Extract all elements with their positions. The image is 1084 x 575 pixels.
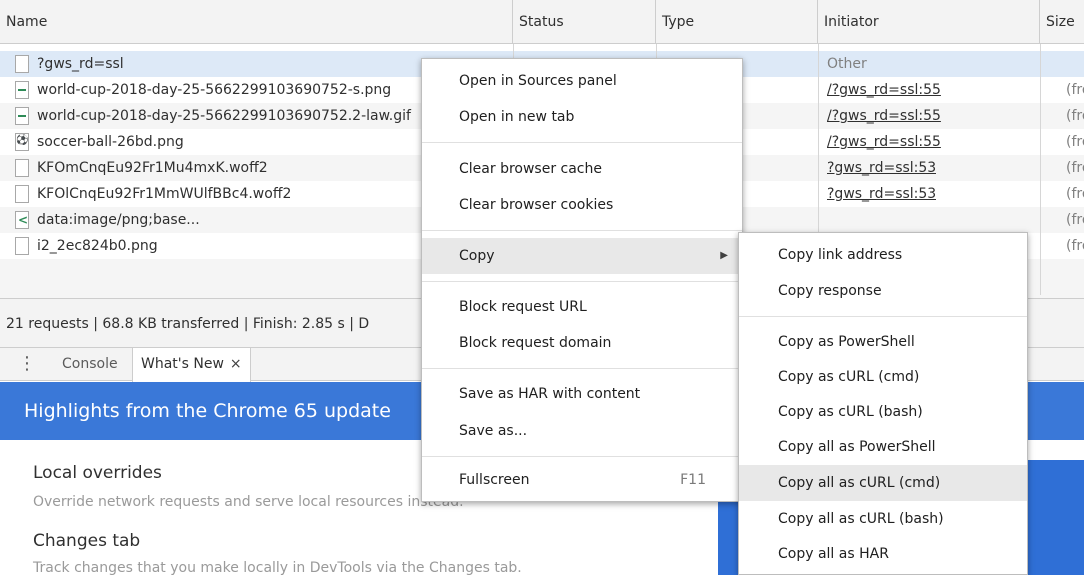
menu-item-block-url[interactable]: Block request URL [422, 289, 742, 325]
feature-description: Track changes that you make locally in D… [33, 560, 522, 575]
network-table-header: Name Status Type Initiator Size [0, 0, 1084, 44]
menu-separator [422, 230, 742, 231]
request-initiator: Other [827, 56, 867, 72]
menu-item-clear-cookies[interactable]: Clear browser cookies [422, 187, 742, 223]
menu-item-copy-as-curl-cmd[interactable]: Copy as cURL (cmd) [739, 359, 1027, 395]
column-header-type[interactable]: Type [656, 0, 818, 44]
request-size: (fro [1066, 134, 1084, 150]
devtools-window: Name Status Type Initiator Size ?gws_rd=… [0, 0, 1084, 575]
request-name: ?gws_rd=ssl [37, 56, 124, 72]
menu-item-open-in-sources[interactable]: Open in Sources panel [422, 63, 742, 99]
request-name: world-cup-2018-day-25-5662299103690752.2… [37, 108, 411, 124]
soccer-ball-icon [15, 133, 29, 151]
menu-separator [422, 456, 742, 457]
request-initiator-link[interactable]: ?gws_rd=ssl:53 [827, 181, 936, 207]
close-icon[interactable]: × [230, 356, 242, 372]
document-icon [15, 55, 29, 73]
request-name: KFOmCnqEu92Fr1Mu4mxK.woff2 [37, 160, 268, 176]
menu-item-copy-as-curl-bash[interactable]: Copy as cURL (bash) [739, 394, 1027, 430]
menu-item-copy-link-address[interactable]: Copy link address [739, 237, 1027, 273]
menu-item-fullscreen[interactable]: Fullscreen F11 [422, 462, 742, 498]
menu-separator [422, 281, 742, 282]
request-name: data:image/png;base... [37, 212, 200, 228]
tab-whats-new-label: What's New [141, 356, 224, 372]
tab-whats-new[interactable]: What's New × [132, 348, 251, 382]
request-initiator-link[interactable]: /?gws_rd=ssl:55 [827, 129, 941, 155]
request-name: i2_2ec824b0.png [37, 238, 158, 254]
shortcut-label: F11 [680, 472, 706, 488]
menu-item-copy-response[interactable]: Copy response [739, 273, 1027, 309]
menu-item-block-domain[interactable]: Block request domain [422, 325, 742, 361]
request-initiator-link[interactable]: ?gws_rd=ssl:53 [827, 155, 936, 181]
menu-item-copy-as-powershell[interactable]: Copy as PowerShell [739, 324, 1027, 360]
feature-description: Override network requests and serve loca… [33, 494, 464, 510]
feature-title[interactable]: Changes tab [33, 531, 140, 551]
image-file-icon [15, 107, 29, 125]
menu-separator [422, 368, 742, 369]
context-menu: Open in Sources panel Open in new tab Cl… [421, 58, 743, 502]
menu-item-copy[interactable]: Copy ▶ [422, 238, 742, 274]
column-divider [1040, 44, 1041, 295]
request-size: (fro [1066, 108, 1084, 124]
request-size: (fro [1066, 238, 1084, 254]
menu-item-clear-cache[interactable]: Clear browser cache [422, 151, 742, 187]
image-file-icon [15, 81, 29, 99]
request-size: (fro [1066, 212, 1084, 228]
request-initiator-link[interactable]: /?gws_rd=ssl:55 [827, 103, 941, 129]
request-name: KFOlCnqEu92Fr1MmWUlfBBc4.woff2 [37, 186, 292, 202]
column-header-initiator[interactable]: Initiator [818, 0, 1040, 44]
more-vertical-icon[interactable]: ⋮ [18, 353, 36, 375]
request-initiator-link[interactable]: /?gws_rd=ssl:55 [827, 77, 941, 103]
document-icon [15, 237, 29, 255]
menu-item-fullscreen-label: Fullscreen [459, 472, 530, 488]
copy-submenu: Copy link address Copy response Copy as … [738, 232, 1028, 575]
banner-title: Highlights from the Chrome 65 update [24, 400, 391, 422]
menu-item-save-as[interactable]: Save as... [422, 413, 742, 449]
request-size: (fro [1066, 186, 1084, 202]
request-size: (fro [1066, 82, 1084, 98]
feature-title[interactable]: Local overrides [33, 463, 162, 483]
menu-item-copy-all-as-curl-bash[interactable]: Copy all as cURL (bash) [739, 501, 1027, 537]
menu-item-copy-all-as-powershell[interactable]: Copy all as PowerShell [739, 429, 1027, 465]
request-name: world-cup-2018-day-25-5662299103690752-s… [37, 82, 392, 98]
column-header-status[interactable]: Status [513, 0, 656, 44]
column-header-name[interactable]: Name [0, 0, 513, 44]
data-uri-icon [15, 211, 29, 229]
tab-console[interactable]: Console [54, 348, 126, 381]
summary-text: 21 requests | 68.8 KB transferred | Fini… [6, 316, 370, 332]
menu-item-save-har[interactable]: Save as HAR with content [422, 376, 742, 412]
menu-separator [739, 316, 1027, 317]
request-size: (fro [1066, 160, 1084, 176]
column-header-size[interactable]: Size [1040, 0, 1084, 44]
menu-item-copy-all-as-har[interactable]: Copy all as HAR [739, 536, 1027, 572]
menu-item-copy-label: Copy [459, 248, 495, 264]
menu-separator [422, 142, 742, 143]
menu-item-copy-all-as-curl-cmd[interactable]: Copy all as cURL (cmd) [739, 465, 1027, 501]
submenu-arrow-icon: ▶ [720, 250, 728, 261]
menu-item-open-in-new-tab[interactable]: Open in new tab [422, 99, 742, 135]
font-file-icon [15, 159, 29, 177]
request-name: soccer-ball-26bd.png [37, 134, 184, 150]
font-file-icon [15, 185, 29, 203]
